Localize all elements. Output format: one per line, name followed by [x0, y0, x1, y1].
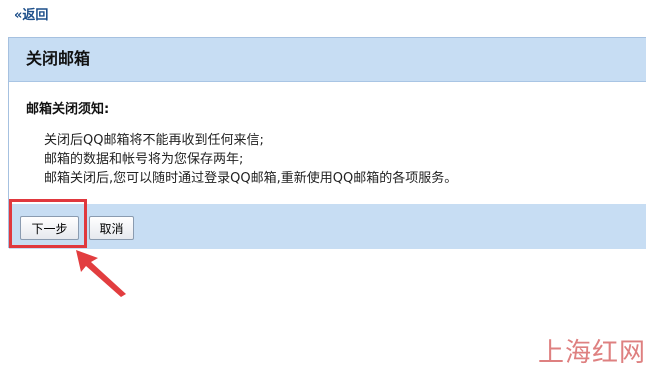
notice-line: 关闭后QQ邮箱将不能再收到任何来信; [44, 133, 264, 148]
pointer-arrow-icon [76, 250, 126, 297]
panel-footer: 下一步 取消 [9, 204, 646, 249]
notice-line: 邮箱关闭后,您可以随时通过登录QQ邮箱,重新使用QQ邮箱的各项服务。 [44, 171, 458, 186]
next-step-button[interactable]: 下一步 [20, 216, 79, 240]
notice-line: 邮箱的数据和帐号将为您保存两年; [44, 152, 244, 167]
back-link[interactable]: «返回 [14, 8, 48, 24]
watermark: 上海红网 [538, 338, 646, 368]
panel-header: 关闭邮箱 [9, 38, 646, 82]
notice-list: 关闭后QQ邮箱将不能再收到任何来信; 邮箱的数据和帐号将为您保存两年; 邮箱关闭… [44, 131, 457, 188]
notice-heading: 邮箱关闭须知: [26, 102, 110, 117]
cancel-button[interactable]: 取消 [89, 216, 134, 240]
page-title: 关闭邮箱 [26, 49, 91, 68]
close-mailbox-panel: 关闭邮箱 邮箱关闭须知: 关闭后QQ邮箱将不能再收到任何来信; 邮箱的数据和帐号… [8, 37, 646, 249]
